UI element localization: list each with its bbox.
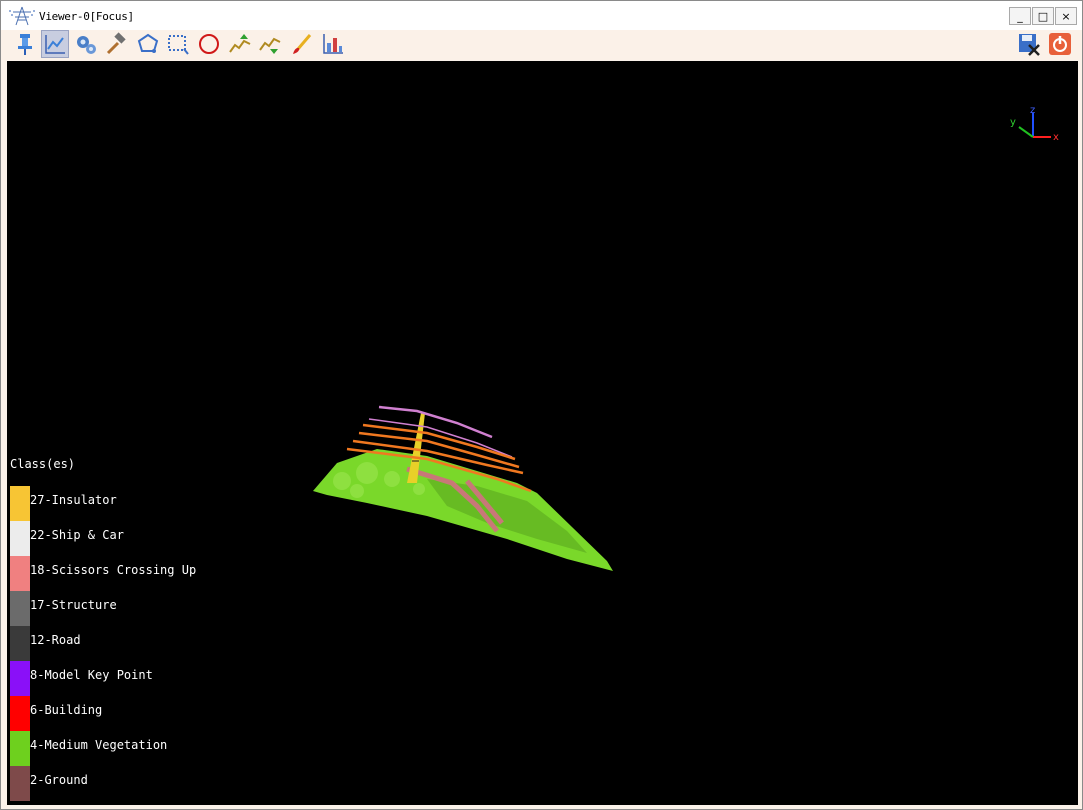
axis-y-label: y	[1010, 117, 1016, 128]
chart-tool-button[interactable]	[319, 30, 347, 58]
power-button[interactable]	[1046, 30, 1074, 58]
toolbar	[1, 30, 1082, 60]
power-icon	[1049, 33, 1071, 55]
profile-down-tool-button[interactable]	[256, 30, 284, 58]
point-cloud-viewport[interactable]: z x y Class(es) 27-Insulator 22-Ship & Ca…	[7, 61, 1078, 805]
legend-label: 22-Ship & Car	[30, 528, 124, 542]
axis-x-label: x	[1053, 132, 1059, 143]
brush-tool-button[interactable]	[288, 30, 316, 58]
tower-app-icon	[9, 6, 35, 26]
axis-gizmo: z x y	[1010, 105, 1059, 143]
profile-up-tool-button[interactable]	[226, 30, 254, 58]
close-icon: ×	[1061, 9, 1071, 23]
legend-swatch	[10, 661, 30, 696]
pin-icon	[18, 34, 32, 55]
brush-icon	[293, 34, 312, 54]
legend-swatch	[10, 731, 30, 766]
legend-swatch	[10, 591, 30, 626]
legend-label: 4-Medium Vegetation	[30, 738, 168, 752]
legend-swatch	[10, 696, 30, 731]
legend-label: 2-Ground	[30, 773, 88, 787]
polygon-select-icon	[137, 33, 159, 53]
legend-label: 12-Road	[30, 633, 81, 647]
legend-swatch	[10, 626, 30, 661]
legend-label: 8-Model Key Point	[30, 668, 153, 682]
legend-label: 27-Insulator	[30, 493, 117, 507]
viewer-window: Viewer-0[Focus] _ □ × z x y Class(es) 27…	[0, 0, 1083, 810]
gears-icon	[77, 36, 96, 54]
legend-title: Class(es)	[10, 457, 76, 471]
legend-label: 6-Building	[30, 703, 103, 717]
legend-label: 17-Structure	[30, 598, 117, 612]
legend-swatch	[10, 486, 30, 521]
legend-swatch	[10, 556, 30, 591]
rectangle-select-icon	[168, 35, 189, 55]
maximize-icon: □	[1037, 9, 1049, 23]
hammer-tool-button[interactable]	[102, 30, 130, 58]
rectangle-select-tool-button[interactable]	[164, 30, 192, 58]
save-close-icon	[1019, 34, 1040, 56]
polygon-select-tool-button[interactable]	[134, 30, 162, 58]
legend-swatch	[10, 521, 30, 556]
circle-select-tool-button[interactable]	[195, 30, 223, 58]
line-chart-icon	[45, 35, 65, 54]
window-title: Viewer-0[Focus]	[39, 10, 134, 23]
legend-swatch	[10, 766, 30, 801]
profile-up-icon	[229, 34, 251, 53]
title-bar[interactable]: Viewer-0[Focus] _ □ ×	[1, 1, 1082, 30]
save-close-button[interactable]	[1015, 30, 1043, 58]
pin-tool-button[interactable]	[11, 30, 39, 58]
legend-label: 18-Scissors Crossing Up	[30, 563, 197, 577]
chart-tool-icon	[323, 34, 343, 54]
circle-select-icon	[199, 34, 219, 54]
axis-z-label: z	[1030, 105, 1035, 116]
maximize-button[interactable]: □	[1032, 7, 1054, 25]
gears-tool-button[interactable]	[72, 30, 100, 58]
close-button[interactable]: ×	[1055, 7, 1077, 25]
line-chart-tool-button[interactable]	[41, 30, 69, 58]
point-cloud-scene[interactable]	[7, 61, 1078, 805]
hammer-icon	[106, 32, 126, 55]
minimize-button[interactable]: _	[1009, 7, 1031, 25]
profile-down-icon	[259, 37, 281, 54]
minimize-icon: _	[1017, 9, 1023, 23]
